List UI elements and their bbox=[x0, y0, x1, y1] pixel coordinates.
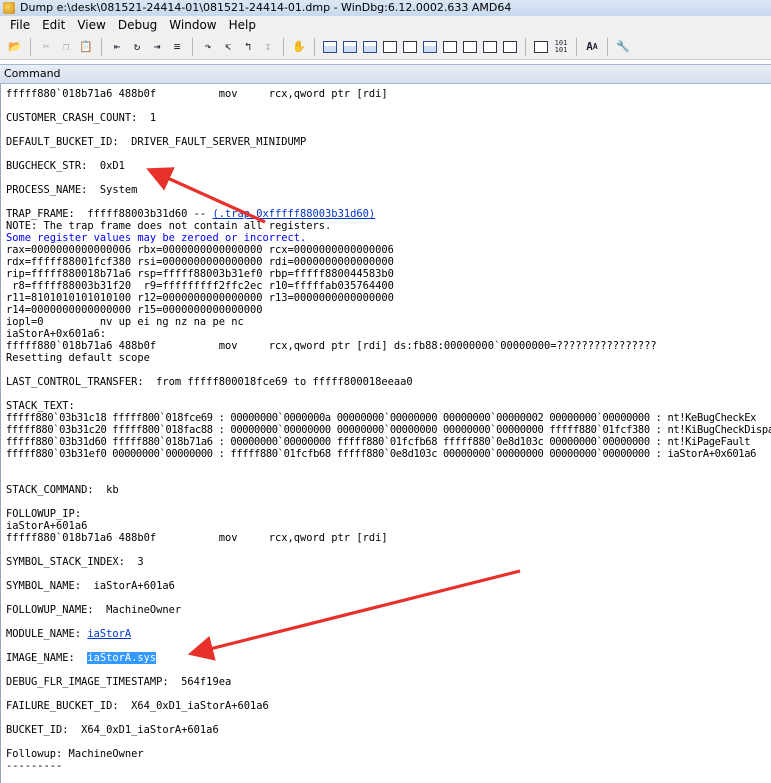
output-line: iaStorA+0x601a6: bbox=[6, 328, 107, 340]
copy-icon[interactable]: ❐ bbox=[57, 38, 75, 56]
output-line: FOLLOWUP_NAME: MachineOwner bbox=[6, 604, 182, 616]
command-output-area[interactable]: fffff880`018b71a6 488b0f mov rcx,qword p… bbox=[0, 84, 771, 783]
stop-debugging-icon[interactable]: ⇥ bbox=[148, 38, 166, 56]
toolbar-separator bbox=[607, 37, 608, 56]
output-line: r11=8101010101010100 r12=000000000000000… bbox=[6, 292, 394, 304]
output-line: FAILURE_BUCKET_ID: X64_0xD1_iaStorA+601a… bbox=[6, 700, 269, 712]
menu-edit[interactable]: Edit bbox=[36, 16, 71, 34]
output-line: rax=0000000000000006 rbx=000000000000000… bbox=[6, 244, 394, 256]
output-line: BUGCHECK_STR: 0xD1 bbox=[6, 160, 125, 172]
output-line: DEFAULT_BUCKET_ID: DRIVER_FAULT_SERVER_M… bbox=[6, 136, 307, 148]
step-into-icon[interactable]: ↷ bbox=[199, 38, 217, 56]
restart-icon[interactable]: ↻ bbox=[128, 38, 146, 56]
output-line: MODULE_NAME: iaStorA bbox=[6, 628, 131, 640]
call-stack-window-icon[interactable] bbox=[421, 38, 439, 56]
toolbar-separator bbox=[314, 37, 315, 56]
disassembly-window-icon[interactable] bbox=[441, 38, 459, 56]
output-line: fffff880`03b31d60 fffff880`018b71a6 : 00… bbox=[6, 436, 751, 448]
output-line: iopl=0 nv up ei ng nz na pe nc bbox=[6, 316, 244, 328]
watch-window-icon[interactable] bbox=[341, 38, 359, 56]
menu-view[interactable]: View bbox=[71, 16, 111, 34]
memory-window-icon[interactable] bbox=[401, 38, 419, 56]
output-line: r14=0000000000000000 r15=000000000000000… bbox=[6, 304, 263, 316]
output-line: LAST_CONTROL_TRANSFER: from fffff800018f… bbox=[6, 376, 413, 388]
output-line: BUCKET_ID: X64_0xD1_iaStorA+601a6 bbox=[6, 724, 219, 736]
output-line: SYMBOL_STACK_INDEX: 3 bbox=[6, 556, 144, 568]
toolbar-separator bbox=[576, 37, 577, 56]
menu-debug[interactable]: Debug bbox=[112, 16, 163, 34]
windbg-app-icon bbox=[3, 2, 15, 14]
output-line-prefix: TRAP_FRAME: fffff88003b31d60 -- bbox=[6, 208, 213, 220]
dml-link[interactable]: iaStorA bbox=[87, 628, 131, 640]
toolbar: 📂 ✂ ❐ 📋 ⇤ ↻ ⇥ ≡ ↷ ↸ ↰ ↧ ✋ 101 101 AA 🔧 bbox=[0, 34, 771, 60]
output-line: IMAGE_NAME: iaStorA.sys bbox=[6, 652, 157, 664]
output-line: fffff880`03b31ef0 00000000`00000000 : ff… bbox=[6, 448, 757, 460]
step-out-icon[interactable]: ↰ bbox=[239, 38, 257, 56]
source-mode-icon[interactable] bbox=[501, 38, 519, 56]
menu-bar: File Edit View Debug Window Help bbox=[0, 16, 771, 34]
output-line: fffff880`018b71a6 488b0f mov rcx,qword p… bbox=[6, 340, 657, 352]
output-line: rip=fffff880018b71a6 rsp=fffff88003b31ef… bbox=[6, 268, 394, 280]
font-icon[interactable]: AA bbox=[583, 38, 601, 56]
toolbar-separator bbox=[30, 37, 31, 56]
command-panel-header: Command bbox=[0, 64, 771, 84]
output-line: CUSTOMER_CRASH_COUNT: 1 bbox=[6, 112, 157, 124]
output-line: PROCESS_NAME: System bbox=[6, 184, 138, 196]
output-line: STACK_COMMAND: kb bbox=[6, 484, 119, 496]
menu-window[interactable]: Window bbox=[163, 16, 222, 34]
output-line-prefix: IMAGE_NAME: bbox=[6, 652, 88, 664]
output-line: Resetting default scope bbox=[6, 352, 150, 364]
registers-window-icon[interactable] bbox=[381, 38, 399, 56]
output-line: fffff880`018b71a6 488b0f mov rcx,qword p… bbox=[6, 88, 388, 100]
command-panel-title: Command bbox=[4, 67, 61, 80]
paste-icon[interactable]: 📋 bbox=[77, 38, 95, 56]
command-window-icon[interactable] bbox=[321, 38, 339, 56]
output-line: SYMBOL_NAME: iaStorA+601a6 bbox=[6, 580, 175, 592]
source-mode-toggle-icon[interactable] bbox=[532, 38, 550, 56]
locals-window-icon[interactable] bbox=[361, 38, 379, 56]
step-over-icon[interactable]: ↸ bbox=[219, 38, 237, 56]
processes-threads-icon[interactable] bbox=[481, 38, 499, 56]
hand-breakpoint-icon[interactable]: ✋ bbox=[290, 38, 308, 56]
output-line: r8=fffff88003b31f20 r9=fffffffff2ffc2ec … bbox=[6, 280, 394, 292]
output-line: STACK_TEXT: bbox=[6, 400, 75, 412]
cut-icon[interactable]: ✂ bbox=[37, 38, 55, 56]
options-icon[interactable]: 🔧 bbox=[614, 38, 632, 56]
title-bar: Dump e:\desk\081521-24414-01\081521-2441… bbox=[0, 0, 771, 16]
window-title: Dump e:\desk\081521-24414-01\081521-2441… bbox=[20, 1, 512, 14]
output-line: NOTE: The trap frame does not contain al… bbox=[6, 220, 332, 232]
output-line: TRAP_FRAME: fffff88003b31d60 -- (.trap 0… bbox=[6, 208, 375, 220]
menu-file[interactable]: File bbox=[4, 16, 36, 34]
output-line: Followup: MachineOwner bbox=[6, 748, 144, 760]
output-line: --------- bbox=[6, 760, 63, 772]
menu-help[interactable]: Help bbox=[223, 16, 262, 34]
output-line: iaStorA+601a6 bbox=[6, 520, 88, 532]
output-line: FOLLOWUP_IP: bbox=[6, 508, 82, 520]
dml-link[interactable]: (.trap 0xfffff88003b31d60) bbox=[212, 208, 375, 220]
output-line: rdx=fffff88001fcf380 rsi=000000000000000… bbox=[6, 256, 394, 268]
hex-mode-icon[interactable]: 101 101 bbox=[552, 38, 570, 56]
run-to-cursor-icon[interactable]: ↧ bbox=[259, 38, 277, 56]
output-line: fffff880`03b31c20 fffff800`018fac88 : 00… bbox=[6, 424, 771, 436]
output-line-prefix: MODULE_NAME: bbox=[6, 628, 88, 640]
selected-text[interactable]: iaStorA.sys bbox=[87, 652, 157, 664]
toolbar-separator bbox=[192, 37, 193, 56]
break-icon[interactable]: ≡ bbox=[168, 38, 186, 56]
go-icon[interactable]: ⇤ bbox=[108, 38, 126, 56]
toolbar-separator bbox=[525, 37, 526, 56]
output-line: fffff880`03b31c18 fffff800`018fce69 : 00… bbox=[6, 412, 757, 424]
scratch-pad-icon[interactable] bbox=[461, 38, 479, 56]
open-folder-icon[interactable]: 📂 bbox=[6, 38, 24, 56]
output-line: Some register values may be zeroed or in… bbox=[6, 232, 307, 244]
toolbar-separator bbox=[283, 37, 284, 56]
output-line: fffff880`018b71a6 488b0f mov rcx,qword p… bbox=[6, 532, 388, 544]
output-line: DEBUG_FLR_IMAGE_TIMESTAMP: 564f19ea bbox=[6, 676, 232, 688]
toolbar-separator bbox=[101, 37, 102, 56]
